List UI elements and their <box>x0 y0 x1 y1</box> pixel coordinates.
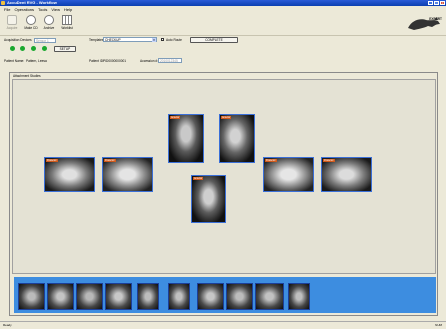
xray-tile[interactable]: Anterior <box>191 175 226 223</box>
thumbnail[interactable] <box>255 283 284 310</box>
status-dot <box>42 46 47 51</box>
thumbnail[interactable] <box>288 283 310 310</box>
grid-icon <box>62 15 72 25</box>
xray-tile[interactable]: Anterior <box>168 114 204 163</box>
section-title: Attachment Studies <box>13 74 41 78</box>
make-cd-label: Make CD <box>24 26 38 30</box>
xray-tile[interactable]: Posterior <box>102 157 153 192</box>
window-title: AccuDent RVG - Workflow <box>7 0 57 5</box>
patient-name-label: Patient Name: <box>4 59 25 63</box>
window-controls: _ □ × <box>428 1 445 5</box>
patient-id-value: PID0000000001 <box>103 59 127 63</box>
menu-tools[interactable]: Tools <box>38 7 47 12</box>
maximize-button[interactable]: □ <box>434 1 439 5</box>
menu-bar: File Operations Tools View Help <box>0 7 446 12</box>
menu-help[interactable]: Help <box>64 7 72 12</box>
accession-label: Accession #: <box>140 59 159 63</box>
archive-label: Archive <box>43 26 55 30</box>
thumbnail[interactable] <box>76 283 103 310</box>
thumbnail[interactable] <box>226 283 253 310</box>
autoroute-checkbox[interactable] <box>161 38 164 41</box>
device-label: Acquisition Devices <box>4 38 32 42</box>
archive-disc-icon <box>44 15 54 25</box>
xray-tile[interactable]: Posterior <box>44 157 95 192</box>
thumbnail[interactable] <box>197 283 224 310</box>
status-dot <box>31 46 36 51</box>
xray-tile[interactable]: Posterior <box>321 157 372 192</box>
make-cd-button[interactable]: Make CD <box>23 15 39 33</box>
complete-button[interactable]: COMPLETE <box>190 37 238 43</box>
menu-operations[interactable]: Operations <box>14 7 34 12</box>
title-bar: AccuDent RVG - Workflow _ □ × <box>0 0 446 6</box>
close-button[interactable]: × <box>440 1 445 5</box>
menu-file[interactable]: File <box>4 7 10 12</box>
acquire-label: Acquire <box>6 26 18 30</box>
template-select[interactable]: CHECKUP ▾ <box>103 37 157 42</box>
brand-text: EXPERT <box>429 17 442 21</box>
thumbnail[interactable] <box>168 283 190 310</box>
scanner-icon <box>7 15 17 25</box>
acquire-button[interactable]: Acquire <box>4 15 20 33</box>
autoroute-label: Auto Route <box>166 38 182 42</box>
app-icon <box>1 1 5 5</box>
thumbnail-strip <box>14 277 436 313</box>
patient-id-label: Patient ID: <box>89 59 104 63</box>
status-dot <box>10 46 15 51</box>
thumbnail[interactable] <box>137 283 159 310</box>
setup-button[interactable]: SETUP <box>54 46 76 52</box>
chevron-down-icon: ▾ <box>152 38 156 42</box>
thumbnail[interactable] <box>18 283 45 310</box>
worklist-label: Worklist <box>61 26 73 30</box>
thumbnail[interactable] <box>105 283 132 310</box>
patient-name-value: Pattern, Leesa <box>26 59 47 63</box>
xray-tile[interactable]: Anterior <box>219 114 255 163</box>
accession-field[interactable]: 2010012345 <box>158 58 182 63</box>
status-dot <box>20 46 25 51</box>
cd-icon <box>26 15 36 25</box>
minimize-button[interactable]: _ <box>428 1 433 5</box>
device-field[interactable]: Sensor 1 <box>34 38 56 43</box>
template-label: Templates <box>89 38 104 42</box>
archive-button[interactable]: Archive <box>41 15 57 33</box>
xray-tile[interactable]: Posterior <box>263 157 314 192</box>
toolbar: Acquire Make CD Archive Worklist <box>0 13 446 36</box>
menu-view[interactable]: View <box>51 7 60 12</box>
worklist-button[interactable]: Worklist <box>59 15 75 33</box>
thumbnail[interactable] <box>47 283 74 310</box>
template-value: CHECKUP <box>105 38 121 42</box>
